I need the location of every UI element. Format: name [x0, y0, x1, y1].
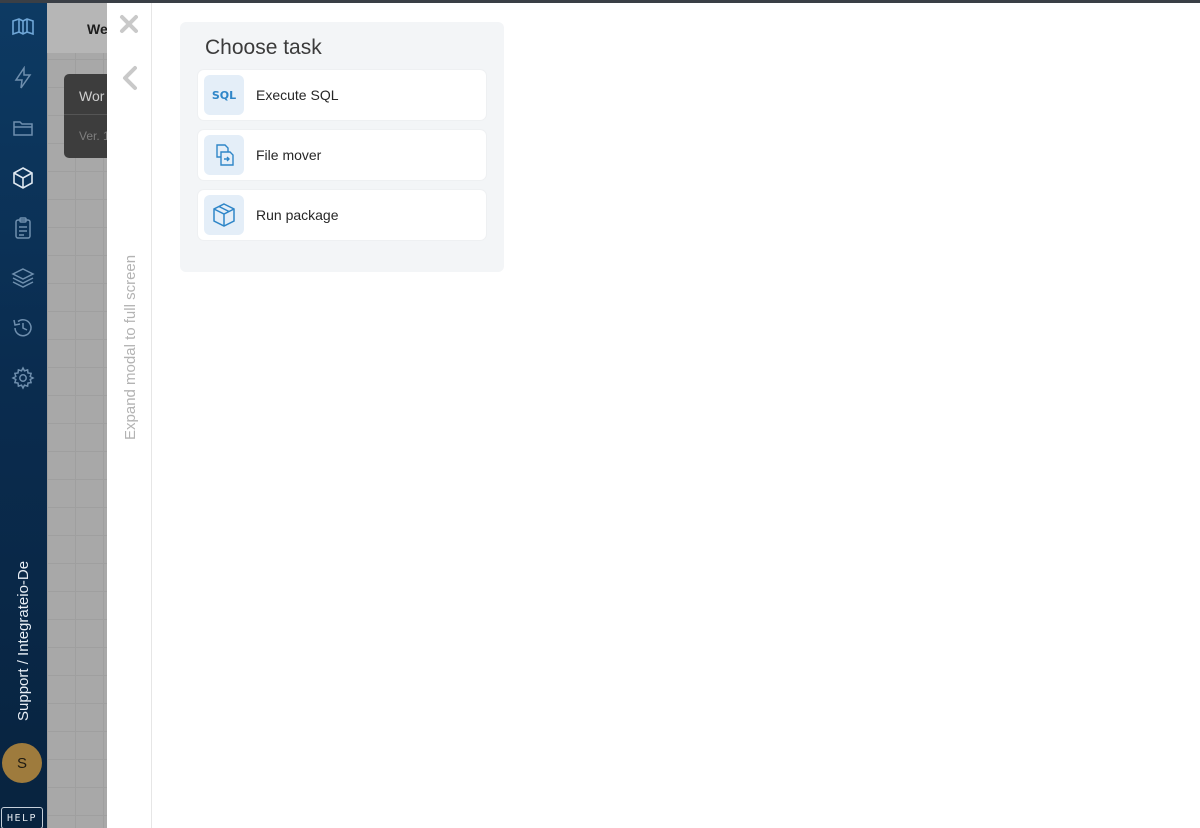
background-card: Wor Ver. 1 — [64, 74, 107, 158]
background-card-divider — [64, 114, 107, 115]
avatar-initial: S — [16, 754, 27, 772]
file-mover-icon — [204, 135, 244, 175]
avatar[interactable]: S — [2, 743, 42, 783]
help-button[interactable]: HELP — [1, 807, 43, 828]
workspace-label[interactable]: Support / Integrateio-De — [9, 561, 39, 721]
task-item-run-package[interactable]: Run package — [198, 190, 486, 240]
clipboard-icon[interactable] — [9, 214, 37, 242]
workspace-label-container: Support / Integrateio-De — [0, 533, 47, 728]
svg-text:SQL: SQL — [212, 89, 236, 102]
app-window: Support / Integrateio-De S HELP We Wor V… — [0, 0, 1200, 828]
task-label: File mover — [256, 147, 322, 163]
background-card-version: Ver. 1 — [79, 129, 107, 143]
folder-icon[interactable] — [9, 114, 37, 142]
background-tab: We — [87, 21, 107, 37]
background-header: We — [47, 3, 107, 53]
background-workspace: We Wor Ver. 1 — [47, 3, 107, 828]
sql-icon: SQL — [204, 75, 244, 115]
history-icon[interactable] — [9, 314, 37, 342]
sidebar: Support / Integrateio-De S HELP — [0, 3, 47, 828]
package-icon — [204, 195, 244, 235]
background-card-title: Wor — [79, 88, 105, 104]
close-icon[interactable] — [118, 13, 140, 35]
task-label: Execute SQL — [256, 87, 339, 103]
gear-icon[interactable] — [9, 364, 37, 392]
panel-title: Choose task — [205, 36, 322, 59]
expand-modal-link[interactable]: Expand modal to full screen — [118, 255, 144, 440]
modal-body: Choose task SQL Execute SQL File mover R… — [152, 3, 1200, 828]
task-item-execute-sql[interactable]: SQL Execute SQL — [198, 70, 486, 120]
chevron-left-icon[interactable] — [120, 65, 140, 91]
logo-icon[interactable] — [9, 13, 37, 41]
window-top-border — [0, 0, 1200, 3]
task-label: Run package — [256, 207, 339, 223]
layers-icon[interactable] — [9, 264, 37, 292]
package-icon[interactable] — [9, 164, 37, 192]
task-item-file-mover[interactable]: File mover — [198, 130, 486, 180]
choose-task-panel: Choose task SQL Execute SQL File mover R… — [180, 22, 504, 272]
modal-control-strip: Expand modal to full screen — [107, 3, 152, 828]
lightning-icon[interactable] — [9, 64, 37, 92]
